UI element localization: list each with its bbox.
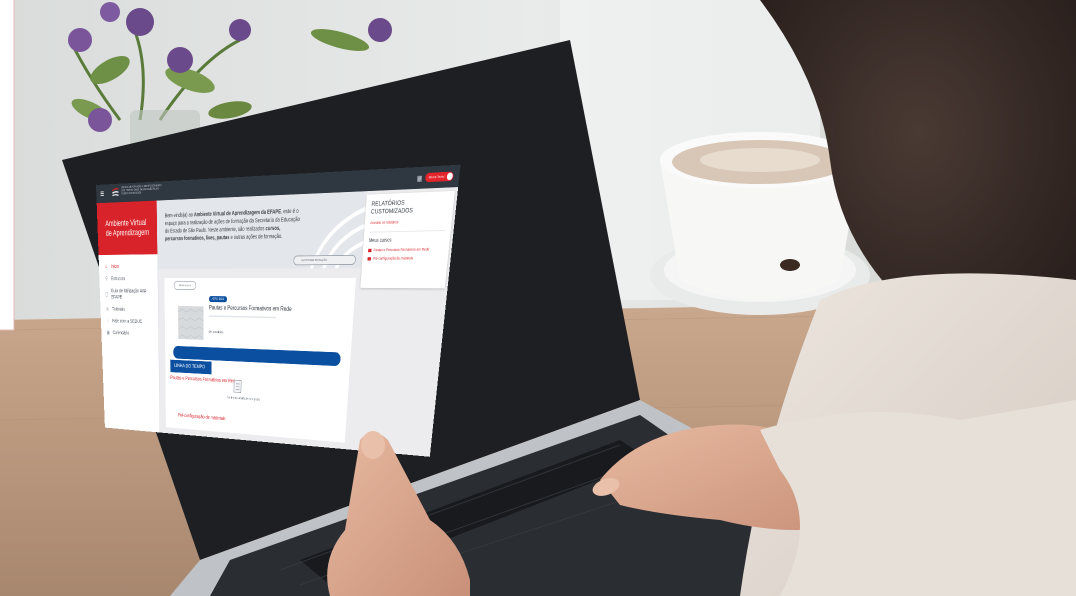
- course-card[interactable]: ATPC 2022 Pautas e Percursos Formativos …: [178, 296, 344, 347]
- user-menu-button[interactable]: Bruna Tevec: [424, 171, 454, 183]
- reports-panel: RELATÓRIOS CUSTOMIZADOS Acessar os relat…: [360, 190, 455, 289]
- reports-title: RELATÓRIOS CUSTOMIZADOS: [370, 198, 414, 216]
- laptop-screen: ≡ ESCOLA DE FORMAÇÃO E APERFEIÇOAMENTO D…: [96, 164, 461, 457]
- course-link-label: Pautas e Percursos Formativos em Rede: [373, 247, 430, 253]
- sidebar-item-guia[interactable]: ▢ Guia de Utilização AVA-EFAPE: [100, 285, 158, 304]
- chat-icon: ◌: [106, 318, 109, 324]
- course-link-label: Pré-configuração de materiais: [372, 255, 414, 261]
- avatar: [446, 172, 454, 181]
- document-icon: [233, 379, 242, 393]
- divider: [369, 230, 446, 233]
- welcome-end: e outras ações de formação.: [229, 233, 283, 241]
- welcome-strong: Ambiente Virtual de Aprendizagem da EFAP…: [193, 209, 282, 218]
- course-thumbnail: [178, 305, 204, 340]
- course-icon: [367, 256, 372, 261]
- course-progress-bar: [208, 315, 276, 319]
- course-tag-badge: ATPC 2022: [208, 296, 228, 303]
- apps-grid-icon[interactable]: ▦: [417, 174, 423, 182]
- welcome-text: Bem-vindo(a) ao Ambiente Virtual de Apre…: [165, 208, 303, 244]
- efape-logo-icon[interactable]: [111, 187, 119, 200]
- sidebar-item-label: Início: [110, 264, 119, 270]
- sidebar-item-calendario[interactable]: ▣ Calendário: [101, 327, 158, 341]
- course-progress-text: 0% concluído: [208, 329, 224, 335]
- my-course-link[interactable]: Pautas e Percursos Formativos em Rede: [368, 247, 443, 252]
- calendar-icon: ▣: [106, 330, 110, 336]
- sidebar-item-label: Tutoriais: [111, 307, 126, 313]
- sidebar-title: Ambiente Virtual de Aprendizagem: [96, 200, 158, 256]
- rotate-toggle-button[interactable]: ALTERNAR ROTAÇÃO: [293, 254, 357, 266]
- sidebar-item-label: Fale com a SEDUC: [112, 318, 143, 325]
- user-area: ▦ Bruna Tevec: [416, 171, 454, 184]
- photo-scene: ≡ ESCOLA DE FORMAÇÃO E APERFEIÇOAMENTO D…: [0, 0, 1076, 596]
- my-courses-filter[interactable]: Meus cursos: [173, 280, 197, 290]
- reports-link[interactable]: Acessar os relatórios: [370, 218, 446, 225]
- guide-icon: ▢: [105, 291, 109, 297]
- sidebar: Ambiente Virtual de Aprendizagem ⌂ Iníci…: [96, 200, 161, 433]
- my-course-link[interactable]: Pré-configuração de materiais: [367, 256, 442, 261]
- user-name: Bruna Tevec: [428, 173, 445, 180]
- sidebar-item-label: Calendário: [112, 330, 130, 336]
- welcome-prefix: Bem-vindo(a) ao: [164, 212, 194, 219]
- hamburger-menu-icon[interactable]: ≡: [100, 188, 104, 200]
- sidebar-item-label: Guia de Utilização AVA-EFAPE: [110, 288, 148, 301]
- sidebar-item-estrutura[interactable]: ⚲ Estrutura: [99, 273, 158, 286]
- sidebar-item-inicio[interactable]: ⌂ Início: [99, 260, 158, 273]
- course-title[interactable]: Pautas e Percursos Formativos em Rede: [209, 304, 292, 312]
- timeline-heading: LINHA DO TEMPO: [170, 359, 212, 375]
- sidebar-item-label: Estrutura: [110, 276, 126, 282]
- structure-icon: ⚲: [105, 276, 108, 282]
- sidebar-nav: ⌂ Início ⚲ Estrutura ▢ Guia de Utilizaçã…: [99, 254, 159, 340]
- tutorial-icon: ◎: [105, 306, 110, 312]
- my-courses-heading: Meus cursos: [368, 238, 392, 244]
- logo-text: ESCOLA DE FORMAÇÃO E APERFEIÇOAMENTO DOS…: [121, 183, 162, 196]
- home-icon: ⌂: [104, 264, 108, 270]
- course-icon: [368, 248, 372, 252]
